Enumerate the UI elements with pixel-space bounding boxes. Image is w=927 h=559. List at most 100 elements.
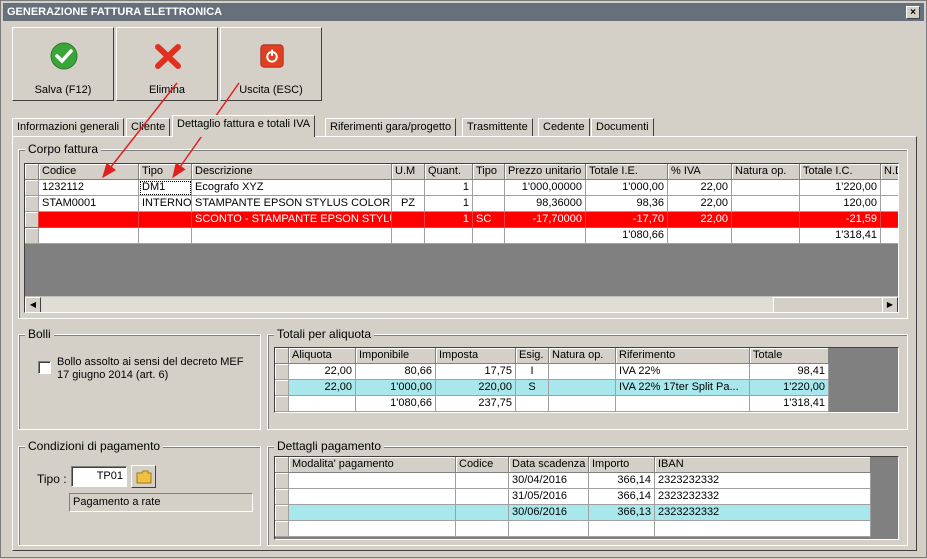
corpo-cell[interactable]	[39, 212, 139, 228]
horizontal-scrollbar[interactable]: ◀ ▶	[25, 296, 898, 312]
corpo-cell[interactable]: SCONTO - STAMPANTE EPSON STYLU...	[192, 212, 392, 228]
corpo-cell[interactable]	[39, 228, 139, 244]
corpo-cell[interactable]	[881, 180, 898, 196]
corpo-cell[interactable]: 120,00	[800, 196, 881, 212]
corpo-cell[interactable]	[881, 212, 898, 228]
corpo-cell[interactable]	[192, 228, 392, 244]
totali-cell[interactable]: IVA 22%	[616, 364, 750, 380]
dettagli-cell[interactable]: 30/06/2016	[509, 505, 589, 521]
corpo-row-indicator[interactable]	[25, 164, 39, 180]
corpo-cell[interactable]: 1'220,00	[800, 180, 881, 196]
dettagli-row-indicator[interactable]	[275, 457, 289, 473]
corpo-cell[interactable]	[732, 228, 800, 244]
corpo-cell[interactable]: -21,59	[800, 212, 881, 228]
corpo-cell[interactable]: 1	[425, 180, 473, 196]
corpo-cell[interactable]: 1'000,00	[586, 180, 668, 196]
totali-cell[interactable]: 220,00	[436, 380, 516, 396]
totali-header-cell[interactable]: Imposta	[436, 348, 516, 364]
dettagli-pagamento-grid[interactable]: Modalita' pagamento Codice Data scadenza Im…	[274, 456, 899, 540]
dettagli-row-indicator[interactable]	[275, 521, 289, 537]
totali-header-cell[interactable]: Esig.	[516, 348, 549, 364]
dettagli-cell[interactable]: 366,14	[589, 473, 655, 489]
save-button[interactable]: Salva (F12)	[12, 27, 114, 101]
corpo-cell[interactable]	[881, 196, 898, 212]
dettagli-cell[interactable]	[456, 521, 509, 537]
dettagli-cell[interactable]: 366,13	[589, 505, 655, 521]
totali-cell[interactable]: 22,00	[289, 364, 356, 380]
corpo-header-cell[interactable]: Tipo	[139, 164, 192, 180]
totali-header-cell[interactable]: Natura op.	[549, 348, 616, 364]
totali-aliquota-grid[interactable]: Aliquota Imponibile Imposta Esig. Natura op.…	[274, 347, 899, 413]
totali-cell[interactable]: 1'318,41	[750, 396, 829, 412]
dettagli-cell[interactable]	[289, 473, 456, 489]
dettagli-cell[interactable]: 30/04/2016	[509, 473, 589, 489]
dettagli-header-cell[interactable]: Codice	[456, 457, 509, 473]
browse-tipo-button[interactable]	[131, 465, 156, 488]
tab-trasmittente[interactable]: Trasmittente	[462, 118, 533, 136]
totali-cell[interactable]	[516, 396, 549, 412]
dettagli-cell[interactable]	[289, 489, 456, 505]
totali-cell[interactable]	[616, 396, 750, 412]
corpo-cell[interactable]	[505, 228, 586, 244]
dettagli-cell[interactable]	[456, 489, 509, 505]
totali-cell[interactable]: 1'080,66	[356, 396, 436, 412]
dettagli-cell[interactable]	[589, 521, 655, 537]
tab-riferimenti-gara[interactable]: Riferimenti gara/progetto	[325, 118, 457, 136]
dettagli-cell[interactable]: 2323232332	[655, 473, 871, 489]
dettagli-cell[interactable]	[509, 521, 589, 537]
dettagli-cell[interactable]: 2323232332	[655, 489, 871, 505]
tab-cliente[interactable]: Cliente	[126, 118, 171, 136]
close-icon[interactable]: ×	[906, 6, 920, 19]
corpo-cell[interactable]: DM1	[139, 180, 192, 196]
corpo-cell[interactable]: 22,00	[668, 196, 732, 212]
corpo-header-cell[interactable]: Totale I.E.	[586, 164, 668, 180]
corpo-cell[interactable]	[732, 212, 800, 228]
corpo-header-cell[interactable]: Codice	[39, 164, 139, 180]
dettagli-cell[interactable]	[289, 505, 456, 521]
dettagli-cell[interactable]: 2323232332	[655, 505, 871, 521]
corpo-cell[interactable]: INTERNO	[139, 196, 192, 212]
corpo-cell[interactable]	[473, 196, 505, 212]
corpo-cell[interactable]	[668, 228, 732, 244]
tab-dettaglio-fattura[interactable]: Dettaglio fattura e totali IVA	[172, 115, 316, 137]
corpo-cell[interactable]: 1'000,00000	[505, 180, 586, 196]
corpo-cell[interactable]: 1	[425, 212, 473, 228]
corpo-cell[interactable]	[139, 228, 192, 244]
totali-cell[interactable]: S	[516, 380, 549, 396]
corpo-fattura-grid[interactable]: ◀ ▶ Codice Tipo Descrizione U.M Quant. Tipo Pr…	[24, 163, 899, 313]
totali-header-cell[interactable]: Imponibile	[356, 348, 436, 364]
dettagli-cell[interactable]	[655, 521, 871, 537]
totali-cell[interactable]: IVA 22% 17ter Split Pa...	[616, 380, 750, 396]
corpo-cell[interactable]	[881, 228, 898, 244]
dettagli-header-cell[interactable]: Data scadenza	[509, 457, 589, 473]
totali-header-cell[interactable]: Aliquota	[289, 348, 356, 364]
exit-button[interactable]: Uscita (ESC)	[220, 27, 322, 101]
corpo-header-cell[interactable]: Totale I.C.	[800, 164, 881, 180]
totali-cell[interactable]: 17,75	[436, 364, 516, 380]
dettagli-cell[interactable]	[289, 521, 456, 537]
corpo-header-cell[interactable]: % IVA	[668, 164, 732, 180]
corpo-cell[interactable]: STAMPANTE EPSON STYLUS COLOR C...	[192, 196, 392, 212]
dettagli-cell[interactable]	[456, 505, 509, 521]
delete-button[interactable]: Elimina	[116, 27, 218, 101]
corpo-cell[interactable]	[473, 228, 505, 244]
dettagli-cell[interactable]	[456, 473, 509, 489]
corpo-header-cell[interactable]: Natura op.	[732, 164, 800, 180]
corpo-cell[interactable]: 98,36	[586, 196, 668, 212]
totali-row-indicator[interactable]	[275, 364, 289, 380]
totali-cell[interactable]: 22,00	[289, 380, 356, 396]
corpo-cell[interactable]: STAM0001	[39, 196, 139, 212]
totali-cell[interactable]: 1'000,00	[356, 380, 436, 396]
dettagli-header-cell[interactable]: Importo	[589, 457, 655, 473]
corpo-cell[interactable]	[139, 212, 192, 228]
totali-cell[interactable]	[549, 380, 616, 396]
scroll-left-icon[interactable]: ◀	[25, 297, 41, 312]
corpo-cell[interactable]	[473, 180, 505, 196]
totali-cell[interactable]	[549, 396, 616, 412]
totali-header-cell[interactable]: Riferimento	[616, 348, 750, 364]
corpo-header-cell[interactable]: U.M	[392, 164, 425, 180]
dettagli-row-indicator[interactable]	[275, 489, 289, 505]
tab-informazioni-generali[interactable]: Informazioni generali	[12, 118, 125, 136]
totali-cell[interactable]	[549, 364, 616, 380]
corpo-cell[interactable]: 22,00	[668, 212, 732, 228]
